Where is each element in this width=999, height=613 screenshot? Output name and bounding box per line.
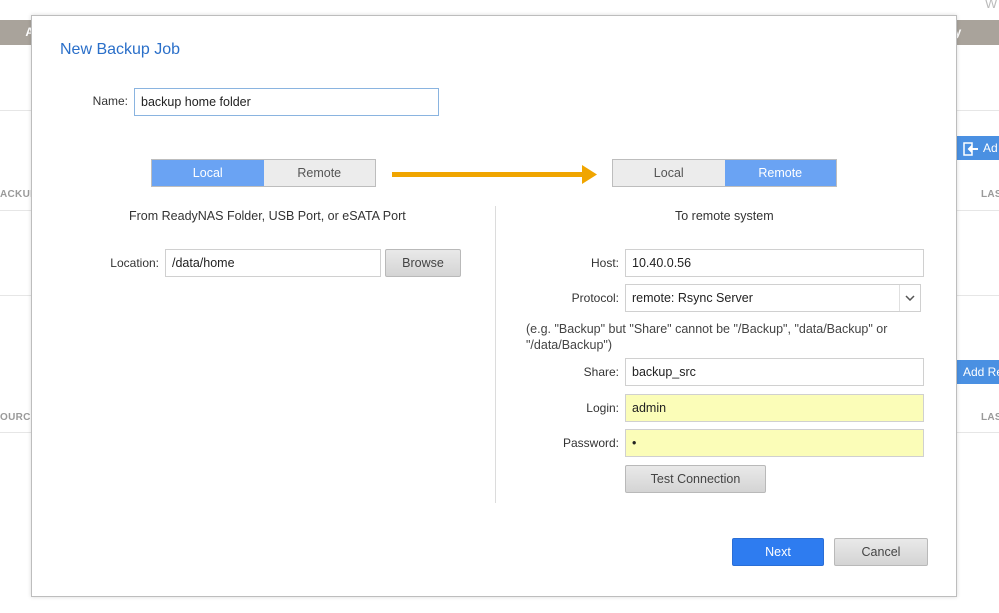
login-label: Login:	[586, 401, 619, 415]
cancel-button[interactable]: Cancel	[834, 538, 928, 566]
share-input[interactable]	[625, 358, 924, 386]
background-column-header-last: LAS	[981, 189, 999, 200]
background-corner-text: W	[985, 0, 998, 11]
destination-remote-option[interactable]: Remote	[724, 160, 836, 186]
destination-heading: To remote system	[675, 209, 774, 223]
add-arrow-icon	[963, 142, 978, 156]
section-divider	[495, 206, 496, 503]
share-format-hint: (e.g. "Backup" but "Share" cannot be "/B…	[526, 322, 888, 352]
host-input[interactable]	[625, 249, 924, 277]
name-label: Name:	[92, 94, 128, 108]
destination-type-toggle: Local Remote	[612, 159, 837, 187]
background-add-remote-button[interactable]: Add Re	[957, 360, 999, 384]
protocol-select[interactable]: remote: Rsync Server	[625, 284, 921, 312]
host-label: Host:	[590, 256, 619, 270]
background-add-remote-label: Add Re	[963, 365, 999, 379]
source-type-toggle: Local Remote	[151, 159, 376, 187]
dialog-title: New Backup Job	[60, 41, 181, 58]
direction-arrow-icon	[392, 165, 597, 184]
password-input[interactable]	[625, 429, 924, 457]
new-backup-job-dialog: New Backup Job Name: Local Remote Local …	[31, 15, 957, 597]
protocol-label: Protocol:	[571, 291, 619, 305]
background-column-header-last: LAS	[981, 412, 999, 423]
background-add-button[interactable]: Ad	[957, 136, 999, 160]
test-connection-button[interactable]: Test Connection	[625, 465, 766, 493]
source-remote-option[interactable]: Remote	[263, 160, 375, 186]
share-label: Share:	[583, 365, 619, 379]
password-label: Password:	[562, 436, 619, 450]
chevron-down-icon[interactable]	[899, 285, 920, 311]
location-input[interactable]	[165, 249, 381, 277]
source-heading: From ReadyNAS Folder, USB Port, or eSATA…	[129, 209, 406, 223]
source-local-option[interactable]: Local	[152, 160, 264, 186]
protocol-selected-value: remote: Rsync Server	[632, 291, 753, 305]
destination-local-option[interactable]: Local	[613, 160, 725, 186]
background-add-button-label: Ad	[983, 141, 998, 155]
next-button[interactable]: Next	[732, 538, 824, 566]
browse-button[interactable]: Browse	[385, 249, 461, 277]
login-input[interactable]	[625, 394, 924, 422]
name-input[interactable]	[134, 88, 439, 116]
location-label: Location:	[110, 256, 159, 270]
